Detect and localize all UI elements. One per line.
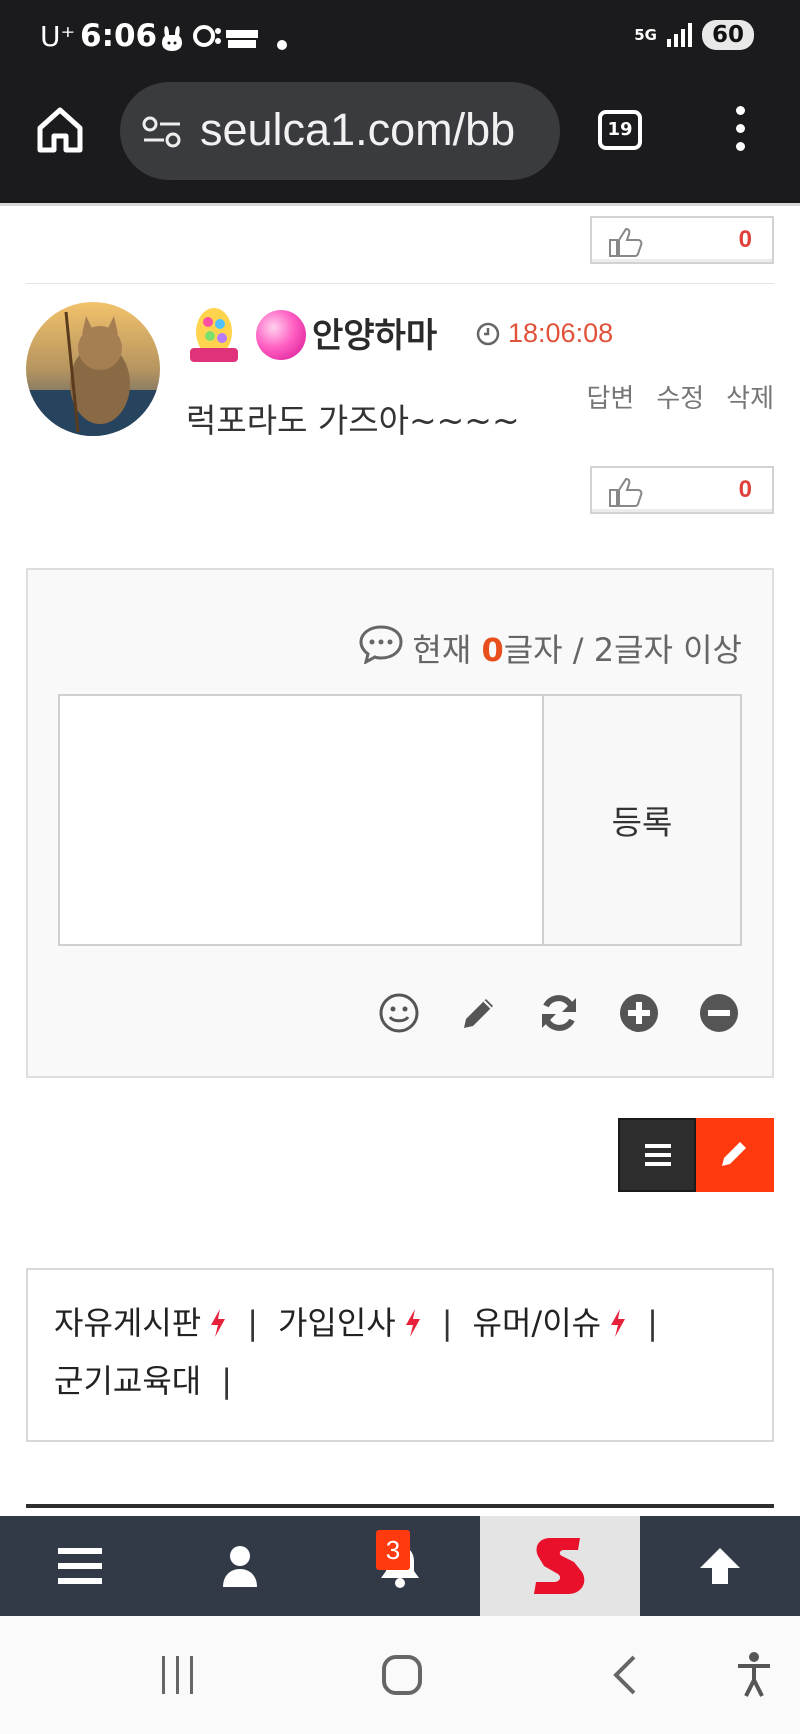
scroll-top-icon[interactable]: [640, 1516, 800, 1616]
delete-link[interactable]: 삭제: [726, 378, 774, 415]
board-links: 자유게시판 | 가입인사 | 유머/이슈 | 군기교육대 |: [26, 1268, 774, 1442]
thumbs-up-icon: [608, 226, 644, 258]
pencil-icon: [722, 1142, 746, 1166]
board-link-discipline[interactable]: 군기교육대 |: [54, 1352, 242, 1410]
notification-dot-icon: [276, 32, 288, 57]
comment-time: 18:06:08: [508, 318, 614, 348]
carrier-label: U⁺: [40, 20, 76, 53]
member-badge-icon: [256, 310, 306, 360]
messenger-icon: [192, 22, 222, 56]
board-link-free[interactable]: 자유게시판 |: [54, 1294, 268, 1352]
comment-divider: [26, 283, 774, 284]
like-button[interactable]: 0: [590, 216, 774, 264]
comment-actions: 답변 수정 삭제: [586, 378, 774, 415]
address-bar[interactable]: seulca1.com/bb: [120, 82, 560, 180]
hot-bolt-icon: [211, 1309, 226, 1337]
like-count: 0: [738, 476, 752, 503]
accessibility-icon[interactable]: [736, 1652, 772, 1702]
signal-icon: [666, 23, 692, 47]
level-egg-icon: [186, 302, 242, 366]
list-button[interactable]: [618, 1118, 696, 1192]
system-nav-bar: [0, 1616, 800, 1734]
comment-textarea[interactable]: [58, 694, 542, 946]
thumbs-up-icon: [608, 476, 644, 508]
tab-switcher-button[interactable]: 19: [598, 110, 642, 150]
battery-indicator: 60: [701, 20, 754, 50]
board-link-humor[interactable]: 유머/이슈 |: [473, 1294, 668, 1352]
expand-icon[interactable]: [618, 992, 660, 1034]
shrink-icon[interactable]: [698, 992, 740, 1034]
like-count: 0: [738, 226, 752, 253]
bottom-nav: 3: [0, 1516, 800, 1616]
list-icon: [645, 1144, 671, 1166]
reply-link[interactable]: 답변: [586, 378, 634, 415]
like-button[interactable]: 0: [590, 466, 774, 514]
speech-bubble-icon: [358, 624, 404, 672]
pencil-icon[interactable]: [458, 992, 500, 1034]
site-logo[interactable]: [480, 1516, 640, 1616]
write-button[interactable]: [696, 1118, 774, 1192]
footer-divider: [26, 1504, 774, 1508]
clock-time: 6:06: [80, 18, 158, 54]
clock-icon: [476, 322, 500, 346]
rabbit-icon: [160, 24, 184, 58]
comment-form: 현재 0글자 / 2글자 이상 등록: [26, 568, 774, 1078]
notification-badge: 3: [376, 1530, 410, 1570]
toolbar-divider: [0, 203, 800, 206]
system-back-icon[interactable]: [612, 1654, 638, 1700]
system-home-icon[interactable]: [381, 1654, 423, 1700]
recent-apps-icon[interactable]: [160, 1656, 196, 1698]
board-link-greeting[interactable]: 가입인사 |: [278, 1294, 463, 1352]
comment-author[interactable]: 안양하마: [312, 308, 437, 357]
network-type: 5G: [634, 26, 657, 44]
hot-bolt-icon: [405, 1309, 420, 1337]
url-text[interactable]: seulca1.com/bb: [200, 104, 540, 156]
avatar[interactable]: [26, 302, 160, 436]
char-count: 현재 0글자 / 2글자 이상: [358, 624, 742, 672]
home-icon[interactable]: [34, 104, 86, 156]
emoji-icon[interactable]: [378, 992, 420, 1034]
comment-body: 럭포라도 가즈아~~~~: [186, 401, 520, 440]
royal-match-icon: [226, 28, 258, 56]
browser-menu-icon[interactable]: [736, 106, 746, 156]
edit-link[interactable]: 수정: [656, 378, 704, 415]
user-icon[interactable]: [160, 1516, 320, 1616]
site-settings-icon[interactable]: [142, 116, 182, 148]
hot-bolt-icon: [611, 1309, 626, 1337]
status-bar: U⁺ 6:06 5G 60: [0, 0, 800, 76]
submit-comment-button[interactable]: 등록: [542, 694, 742, 946]
char-count-value: 0: [481, 631, 504, 669]
menu-icon[interactable]: [0, 1516, 160, 1616]
browser-toolbar: seulca1.com/bb 19: [0, 80, 800, 184]
refresh-icon[interactable]: [538, 992, 580, 1034]
